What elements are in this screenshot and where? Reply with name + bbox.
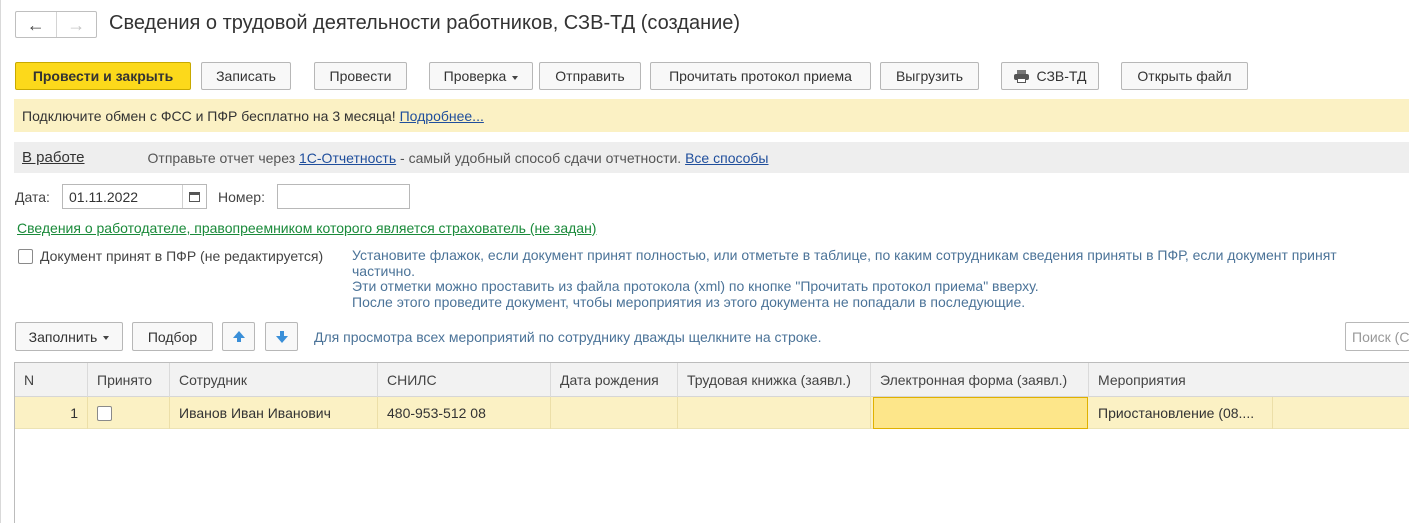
cell-events: Приостановление (08.... xyxy=(1089,397,1273,429)
forward-arrow-icon[interactable]: → xyxy=(57,12,97,37)
cell-snils: 480-953-512 08 xyxy=(378,397,551,429)
back-arrow-icon[interactable]: ← xyxy=(16,12,57,37)
column-header-employee[interactable]: Сотрудник xyxy=(170,363,378,397)
status-text-after: - самый удобный способ сдачи отчетности. xyxy=(396,149,686,166)
cell-accepted xyxy=(88,397,170,429)
fill-button-label: Заполнить xyxy=(28,328,98,345)
column-header-accepted[interactable]: Принято xyxy=(88,363,170,397)
promo-text: Подключите обмен с ФСС и ПФР бесплатно н… xyxy=(22,107,396,124)
status-text-before: Отправьте отчет через xyxy=(147,149,299,166)
read-protocol-button[interactable]: Прочитать протокол приема xyxy=(650,62,871,90)
history-nav: ← → xyxy=(15,11,97,38)
column-header-birth-date[interactable]: Дата рождения xyxy=(551,363,678,397)
employer-successor-link[interactable]: Сведения о работодателе, правопреемником… xyxy=(17,220,596,236)
date-label: Дата: xyxy=(15,189,50,205)
arrow-up-icon xyxy=(232,331,245,342)
accepted-by-pfr-label: Документ принят в ПФР (не редактируется) xyxy=(40,248,324,264)
save-button[interactable]: Записать xyxy=(201,62,291,90)
all-methods-link[interactable]: Все способы xyxy=(685,150,768,166)
search-input[interactable]: Поиск (Ctrl+F) xyxy=(1345,322,1409,351)
column-header-n[interactable]: N xyxy=(15,363,88,397)
post-button[interactable]: Провести xyxy=(314,62,407,90)
table-header: N Принято Сотрудник СНИЛС Дата рождения … xyxy=(15,363,1409,397)
column-header-snils[interactable]: СНИЛС xyxy=(378,363,551,397)
promo-more-link[interactable]: Подробнее... xyxy=(400,108,484,124)
column-header-electronic-form[interactable]: Электронная форма (заявл.) xyxy=(871,363,1089,397)
table-hint: Для просмотра всех мероприятий по сотруд… xyxy=(314,329,822,345)
table-row[interactable]: 1 Иванов Иван Иванович 480-953-512 08 Пр… xyxy=(15,397,1409,429)
check-button-label: Проверка xyxy=(443,68,507,84)
hint-line: частично. xyxy=(352,262,416,279)
number-label: Номер: xyxy=(218,189,265,205)
move-down-button[interactable] xyxy=(265,322,298,351)
status-bar: В работе Отправьте отчет через 1С-Отчетн… xyxy=(14,142,1409,173)
employees-table: N Принято Сотрудник СНИЛС Дата рождения … xyxy=(14,362,1409,523)
page-title: Сведения о трудовой деятельности работни… xyxy=(109,12,741,34)
hint-line: Эти отметки можно проставить из файла пр… xyxy=(352,278,1039,294)
cell-electronic-form[interactable] xyxy=(873,397,1088,429)
hint-line: Установите флажок, если документ принят … xyxy=(352,247,1337,263)
hint-line: После этого проведите документ, чтобы ме… xyxy=(352,293,1026,310)
window-edge xyxy=(0,0,1,523)
cell-work-book xyxy=(678,397,871,429)
arrow-down-icon xyxy=(275,331,288,343)
promo-banner: Подключите обмен с ФСС и ПФР бесплатно н… xyxy=(14,99,1409,132)
column-header-events[interactable]: Мероприятия xyxy=(1089,363,1409,397)
calendar-icon[interactable] xyxy=(182,185,206,208)
move-up-button[interactable] xyxy=(222,322,255,351)
cell-n: 1 xyxy=(15,397,88,429)
open-file-button[interactable]: Открыть файл xyxy=(1121,62,1248,90)
status-message: Отправьте отчет через 1С-Отчетность - са… xyxy=(148,150,769,166)
cell-birth-date xyxy=(551,397,678,429)
chevron-down-icon xyxy=(103,336,110,340)
post-and-close-button[interactable]: Провести и закрыть xyxy=(15,62,191,90)
fill-dropdown-button[interactable]: Заполнить xyxy=(15,322,123,351)
print-szv-td-label: СЗВ-ТД xyxy=(1036,68,1087,84)
print-szv-td-button[interactable]: СЗВ-ТД xyxy=(1001,62,1099,90)
date-value: 01.11.2022 xyxy=(69,188,139,205)
check-dropdown-button[interactable]: Проверка xyxy=(429,62,533,90)
cell-employee: Иванов Иван Иванович xyxy=(170,397,378,429)
chevron-down-icon xyxy=(512,75,519,80)
send-button[interactable]: Отправить xyxy=(539,62,641,90)
column-header-work-book[interactable]: Трудовая книжка (заявл.) xyxy=(678,363,871,397)
export-button[interactable]: Выгрузить xyxy=(880,62,979,90)
accepted-by-pfr-checkbox[interactable] xyxy=(18,249,33,264)
date-field[interactable]: 01.11.2022 xyxy=(62,184,207,209)
accepted-hint: Установите флажок, если документ принят … xyxy=(352,247,1397,310)
printer-icon xyxy=(1013,70,1029,83)
select-button[interactable]: Подбор xyxy=(132,322,213,351)
document-state-link[interactable]: В работе xyxy=(22,149,85,166)
1c-reporting-link[interactable]: 1С-Отчетность xyxy=(299,150,396,166)
row-accepted-checkbox[interactable] xyxy=(97,405,112,421)
number-field[interactable] xyxy=(277,184,410,209)
